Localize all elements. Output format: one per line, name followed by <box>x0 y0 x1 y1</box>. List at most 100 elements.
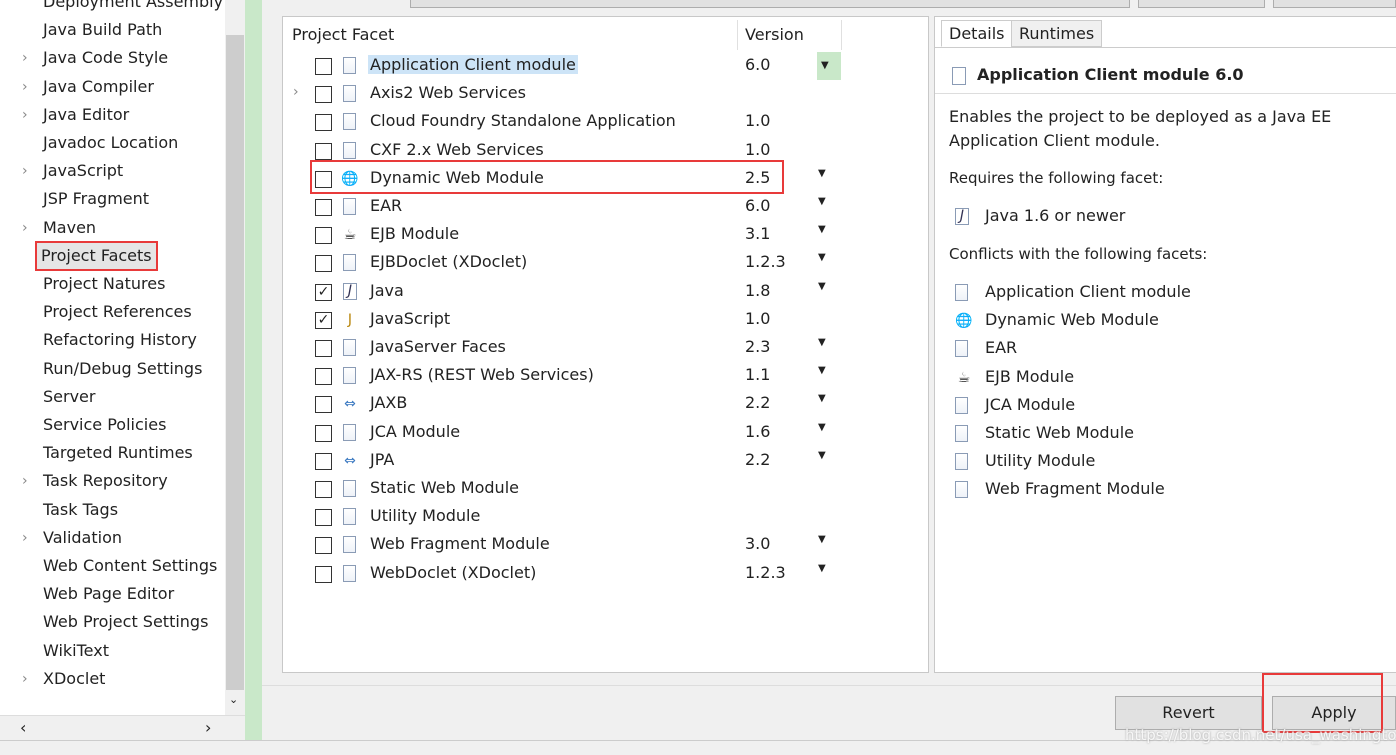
facet-version[interactable]: 2.3 <box>745 337 770 356</box>
expand-chevron-icon[interactable]: › <box>22 467 28 495</box>
sidebar-item[interactable]: Java Build Path <box>0 16 225 44</box>
sidebar-item[interactable]: Refactoring History <box>0 326 225 354</box>
facet-version[interactable]: 1.2.3 <box>745 252 786 271</box>
facet-version[interactable]: 1.8 <box>745 281 770 300</box>
facet-checkbox[interactable] <box>315 58 332 75</box>
facet-row[interactable]: Web Fragment Module 3.0 ▼ <box>283 531 843 559</box>
sidebar-item[interactable]: Project Natures <box>0 270 225 298</box>
facet-row[interactable]: Static Web Module <box>283 475 843 503</box>
sidebar-item[interactable]: › XDoclet <box>0 665 225 693</box>
facet-version[interactable]: 3.0 <box>745 534 770 553</box>
expand-chevron-icon[interactable]: › <box>22 524 28 552</box>
facet-checkbox[interactable] <box>315 368 332 386</box>
version-dropdown-icon[interactable]: ▼ <box>818 365 826 376</box>
sidebar-item[interactable]: › Validation <box>0 524 225 552</box>
column-header-version[interactable]: Version <box>745 23 804 47</box>
top-button[interactable] <box>1273 0 1396 8</box>
version-dropdown-icon[interactable]: ▼ <box>818 281 826 292</box>
facet-version[interactable]: 1.1 <box>745 365 770 384</box>
revert-button[interactable]: Revert <box>1115 696 1262 730</box>
facet-row[interactable]: Application Client module 6.0 ▼ <box>283 52 843 80</box>
version-dropdown-icon[interactable]: ▼ <box>818 422 826 433</box>
facet-version[interactable]: 2.2 <box>745 450 770 469</box>
expand-chevron-icon[interactable]: › <box>22 101 28 129</box>
sidebar-item[interactable]: Deployment Assembly <box>0 0 225 16</box>
sidebar-item[interactable]: Web Page Editor <box>0 580 225 608</box>
sidebar-item[interactable]: JSP Fragment <box>0 185 225 213</box>
expand-chevron-icon[interactable]: › <box>22 73 28 101</box>
facet-version[interactable]: 1.0 <box>745 111 770 130</box>
facet-row[interactable]: Utility Module <box>283 503 843 531</box>
scroll-left-icon[interactable]: ‹ <box>20 718 26 737</box>
facet-checkbox[interactable] <box>315 509 332 527</box>
facet-checkbox[interactable] <box>315 142 332 160</box>
facet-row[interactable]: ☕ EJB Module 3.1 ▼ <box>283 221 843 249</box>
sidebar-item[interactable]: WikiText <box>0 637 225 665</box>
facet-checkbox[interactable] <box>315 452 332 470</box>
facet-row[interactable]: ⇔ JAXB 2.2 ▼ <box>283 390 843 418</box>
facet-checkbox[interactable]: ✓ <box>315 311 332 329</box>
facet-version[interactable]: 3.1 <box>745 224 770 243</box>
sidebar-item[interactable]: › Task Repository <box>0 467 225 495</box>
version-dropdown-icon[interactable]: ▼ <box>818 224 826 235</box>
facet-row[interactable]: ⇔ JPA 2.2 ▼ <box>283 447 843 475</box>
facet-checkbox[interactable] <box>315 86 332 104</box>
sidebar-item[interactable]: Web Project Settings <box>0 608 225 636</box>
facet-version[interactable]: 6.0 <box>745 55 770 74</box>
facet-version[interactable]: 6.0 <box>745 196 770 215</box>
sidebar-vertical-scrollbar[interactable]: ⌄ <box>225 0 245 715</box>
scrollbar-thumb[interactable] <box>226 35 244 690</box>
version-dropdown-icon[interactable]: ▼ <box>818 196 826 207</box>
facet-checkbox[interactable] <box>315 565 332 583</box>
facet-checkbox[interactable]: ✓ <box>315 283 332 301</box>
facet-checkbox[interactable] <box>315 396 332 414</box>
version-dropdown-icon[interactable]: ▼ <box>818 168 826 179</box>
facet-checkbox[interactable] <box>315 227 332 245</box>
facet-checkbox[interactable] <box>315 481 332 498</box>
version-dropdown-icon[interactable]: ▼ <box>817 52 841 80</box>
sidebar-item[interactable]: Web Content Settings <box>0 552 225 580</box>
sidebar-item[interactable]: › Java Code Style <box>0 44 225 72</box>
expand-chevron-icon[interactable]: › <box>22 157 28 185</box>
tab-details[interactable]: Details <box>941 20 1013 47</box>
facet-row[interactable]: EAR 6.0 ▼ <box>283 193 843 221</box>
facet-version[interactable]: 1.0 <box>745 140 770 159</box>
expand-chevron-icon[interactable]: › <box>22 44 28 72</box>
facet-row[interactable]: › Axis2 Web Services <box>283 80 843 108</box>
sidebar-item[interactable]: Targeted Runtimes <box>0 439 225 467</box>
sidebar-item[interactable]: › Java Editor <box>0 101 225 129</box>
facet-row[interactable]: EJBDoclet (XDoclet) 1.2.3 ▼ <box>283 249 843 277</box>
facet-checkbox[interactable] <box>315 199 332 216</box>
sidebar-item[interactable]: › Java Compiler <box>0 73 225 101</box>
version-dropdown-icon[interactable]: ▼ <box>818 252 826 263</box>
facet-row[interactable]: JAX-RS (REST Web Services) 1.1 ▼ <box>283 362 843 390</box>
facet-version[interactable]: 2.2 <box>745 393 770 412</box>
sidebar-item[interactable]: › JavaScript <box>0 157 225 185</box>
column-header-facet[interactable]: Project Facet <box>292 23 394 47</box>
version-dropdown-icon[interactable]: ▼ <box>818 337 826 348</box>
facet-checkbox[interactable] <box>315 114 332 132</box>
facet-version[interactable]: 1.2.3 <box>745 563 786 582</box>
facet-row[interactable]: Cloud Foundry Standalone Application 1.0 <box>283 108 843 136</box>
top-button[interactable] <box>410 0 1130 8</box>
sidebar-item[interactable]: Javadoc Location <box>0 129 225 157</box>
facet-checkbox[interactable] <box>315 537 332 555</box>
facet-row[interactable]: JCA Module 1.6 ▼ <box>283 419 843 447</box>
sidebar-item[interactable]: Server <box>0 383 225 411</box>
tab-runtimes[interactable]: Runtimes <box>1011 20 1103 47</box>
facet-checkbox[interactable] <box>315 340 332 357</box>
sidebar-item[interactable]: Task Tags <box>0 496 225 524</box>
expand-chevron-icon[interactable]: › <box>22 665 28 693</box>
sidebar-item[interactable]: Run/Debug Settings <box>0 355 225 383</box>
sidebar-horizontal-scrollbar[interactable]: ‹ › <box>0 715 245 740</box>
sidebar-item[interactable]: Project References <box>0 298 225 326</box>
top-button[interactable] <box>1138 0 1265 8</box>
facet-row[interactable]: JavaServer Faces 2.3 ▼ <box>283 334 843 362</box>
facet-checkbox[interactable] <box>315 424 332 442</box>
sidebar-item[interactable]: Service Policies <box>0 411 225 439</box>
version-dropdown-icon[interactable]: ▼ <box>818 563 826 574</box>
facet-version[interactable]: 1.0 <box>745 309 770 328</box>
facet-row[interactable]: ✓ J JavaScript 1.0 <box>283 306 843 334</box>
version-dropdown-icon[interactable]: ▼ <box>818 534 826 545</box>
facet-row[interactable]: ✓ J Java 1.8 ▼ <box>283 278 843 306</box>
